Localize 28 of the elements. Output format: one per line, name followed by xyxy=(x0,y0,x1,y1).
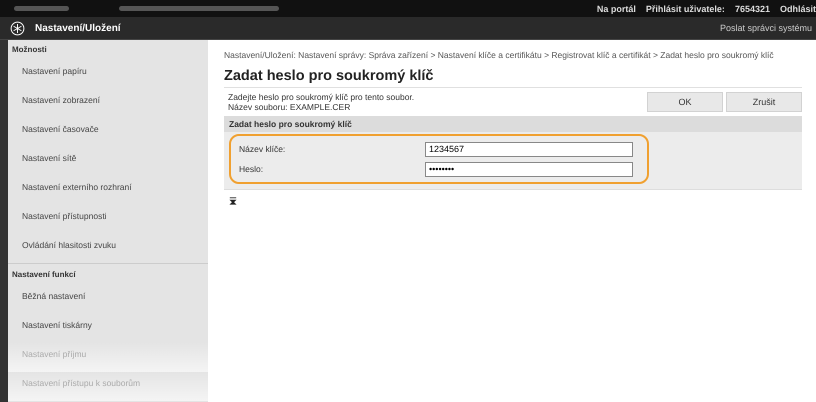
instruction-text: Zadejte heslo pro soukromý klíč pro tento soubor. xyxy=(228,92,416,102)
sidebar-heading: Možnosti xyxy=(11,44,48,56)
top-bar-text: 7654321 xyxy=(734,4,770,14)
action-button[interactable]: Zrušit xyxy=(726,92,802,112)
sidebar-item[interactable]: Nastavení přístupnosti xyxy=(8,205,208,234)
breadcrumb: Nastavení/Uložení: Nastavení správy: Správa zařízení > Nastavení klíče a certifikátu > Registrovat klíč a certifikát > Zadat heslo pro soukromý klíč xyxy=(224,50,775,60)
page-title: Zadat heslo pro soukromý klíč xyxy=(224,68,802,88)
sidebar-item[interactable]: Nastavení zobrazení xyxy=(8,89,208,118)
sidebar-item[interactable]: Nastavení časovače xyxy=(8,118,208,147)
header-title: Nastavení/Uložení xyxy=(35,22,121,34)
sidebar-item[interactable]: Nastavení sítě xyxy=(8,147,208,176)
section-heading: Zadat heslo pro soukromý klíč xyxy=(224,116,802,132)
sidebar-heading: Nastavení funkcí xyxy=(8,263,208,285)
top-bar-text: Odhlásit xyxy=(780,4,816,14)
header-link[interactable]: Poslat správci systému xyxy=(720,23,812,33)
input-field[interactable]: 1234567 xyxy=(425,142,633,156)
top-bar-text: Přihlásit uživatele: xyxy=(646,4,725,14)
sidebar-item[interactable]: Nastavení externího rozhraní xyxy=(8,176,208,205)
sidebar-item[interactable]: Ovládání hlasitosti zvuku xyxy=(8,234,208,263)
field-label: Heslo: xyxy=(239,164,264,174)
top-bar-text: Na portál xyxy=(596,4,636,14)
input-field[interactable]: •••••••• xyxy=(425,162,633,176)
field-label: Název klíče: xyxy=(239,144,286,154)
action-button[interactable]: OK xyxy=(647,92,723,112)
sidebar-item[interactable]: Nastavení tiskárny xyxy=(8,314,208,343)
instruction-text: Název souboru: EXAMPLE.CER xyxy=(228,102,352,112)
sidebar-item[interactable]: Běžná nastavení xyxy=(8,285,208,314)
sidebar-item[interactable]: Nastavení papíru xyxy=(8,60,208,89)
